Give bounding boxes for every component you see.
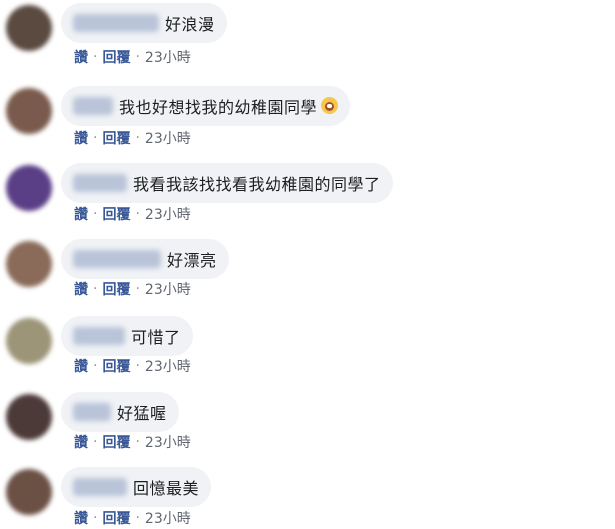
comment-item: 好猛喔 讚 · 回覆 · 23小時	[0, 389, 615, 465]
avatar[interactable]	[6, 88, 52, 134]
comment-text: 我看我該找找看我幼稚園的同學了	[133, 175, 381, 194]
separator-dot: ·	[135, 281, 140, 297]
comment-item: 回憶最美 讚 · 回覆 · 23小時	[0, 464, 615, 529]
blurred-commenter-name[interactable]	[73, 14, 159, 32]
separator-dot: ·	[93, 130, 98, 146]
avatar[interactable]	[6, 469, 52, 515]
separator-dot: ·	[93, 358, 98, 374]
comment-text: 我也好想找我的幼稚園同學	[119, 98, 318, 117]
blurred-commenter-name[interactable]	[73, 403, 111, 421]
comment-actions: 讚 · 回覆 · 23小時	[74, 204, 191, 224]
comment-actions: 讚 · 回覆 · 23小時	[74, 356, 191, 376]
separator-dot: ·	[93, 281, 98, 297]
timestamp-link[interactable]: 23小時	[145, 356, 191, 376]
comment-bubble: 可惜了	[61, 316, 193, 356]
timestamp-link[interactable]: 23小時	[145, 432, 191, 452]
comment-bubble: 好浪漫	[61, 3, 227, 43]
separator-dot: ·	[135, 358, 140, 374]
comment-bubble: 好漂亮	[61, 239, 229, 279]
like-button[interactable]: 讚	[74, 204, 88, 224]
separator-dot: ·	[135, 510, 140, 526]
like-button[interactable]: 讚	[74, 356, 88, 376]
comment-bubble: 我看我該找找看我幼稚園的同學了	[61, 163, 393, 203]
reply-button[interactable]: 回覆	[102, 508, 130, 528]
timestamp-link[interactable]: 23小時	[145, 279, 191, 299]
blurred-commenter-name[interactable]	[73, 97, 113, 115]
comment-thread: 好浪漫 讚 · 回覆 · 23小時 我也好想找我的幼稚園同學 讚 · 回覆 · …	[0, 0, 615, 529]
avatar[interactable]	[6, 394, 52, 440]
separator-dot: ·	[93, 510, 98, 526]
like-button[interactable]: 讚	[74, 47, 88, 67]
separator-dot: ·	[93, 434, 98, 450]
separator-dot: ·	[135, 434, 140, 450]
reply-button[interactable]: 回覆	[102, 279, 130, 299]
comment-item: 我看我該找找看我幼稚園的同學了 讚 · 回覆 · 23小時	[0, 160, 615, 236]
timestamp-link[interactable]: 23小時	[145, 128, 191, 148]
comment-text: 回憶最美	[133, 479, 200, 498]
blurred-commenter-name[interactable]	[73, 250, 161, 268]
reply-button[interactable]: 回覆	[102, 356, 130, 376]
reply-button[interactable]: 回覆	[102, 47, 130, 67]
avatar[interactable]	[6, 241, 52, 287]
comment-actions: 讚 · 回覆 · 23小時	[74, 508, 191, 528]
comment-actions: 讚 · 回覆 · 23小時	[74, 432, 191, 452]
comment-actions: 讚 · 回覆 · 23小時	[74, 279, 191, 299]
comment-item: 好漂亮 讚 · 回覆 · 23小時	[0, 236, 615, 312]
comment-item: 好浪漫 讚 · 回覆 · 23小時	[0, 0, 615, 76]
comment-item: 我也好想找我的幼稚園同學 讚 · 回覆 · 23小時	[0, 83, 615, 159]
like-button[interactable]: 讚	[74, 432, 88, 452]
blurred-commenter-name[interactable]	[73, 327, 125, 345]
like-button[interactable]: 讚	[74, 508, 88, 528]
like-button[interactable]: 讚	[74, 279, 88, 299]
comment-bubble: 回憶最美	[61, 467, 212, 507]
reply-button[interactable]: 回覆	[102, 204, 130, 224]
blurred-commenter-name[interactable]	[73, 174, 127, 192]
comment-text: 好漂亮	[167, 251, 217, 270]
comment-text: 可惜了	[131, 328, 181, 347]
comment-actions: 讚 · 回覆 · 23小時	[74, 128, 191, 148]
separator-dot: ·	[135, 130, 140, 146]
comment-bubble: 我也好想找我的幼稚園同學	[61, 86, 351, 126]
timestamp-link[interactable]: 23小時	[145, 508, 191, 528]
comment-text: 好猛喔	[117, 404, 167, 423]
comment-item: 可惜了 讚 · 回覆 · 23小時	[0, 313, 615, 389]
like-button[interactable]: 讚	[74, 128, 88, 148]
comment-actions: 讚 · 回覆 · 23小時	[74, 47, 191, 67]
reply-button[interactable]: 回覆	[102, 432, 130, 452]
separator-dot: ·	[135, 206, 140, 222]
blurred-commenter-name[interactable]	[73, 478, 127, 496]
avatar[interactable]	[6, 5, 52, 51]
avatar[interactable]	[6, 165, 52, 211]
reply-button[interactable]: 回覆	[102, 128, 130, 148]
separator-dot: ·	[93, 49, 98, 65]
timestamp-link[interactable]: 23小時	[145, 204, 191, 224]
comment-bubble: 好猛喔	[61, 392, 179, 432]
separator-dot: ·	[93, 206, 98, 222]
comment-text: 好浪漫	[165, 15, 215, 34]
timestamp-link[interactable]: 23小時	[145, 47, 191, 67]
avatar[interactable]	[6, 318, 52, 364]
separator-dot: ·	[135, 49, 140, 65]
scared-face-emoji-icon	[321, 96, 339, 114]
